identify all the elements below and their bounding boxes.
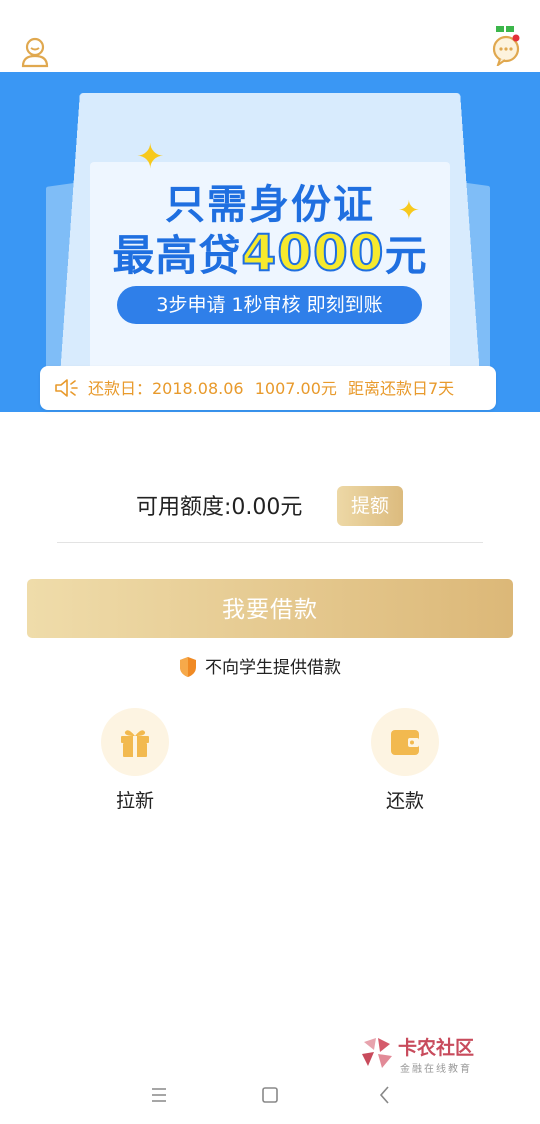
raise-limit-button[interactable]: 提额 xyxy=(337,486,403,526)
sparkle-icon: ✦ xyxy=(136,137,165,177)
feature-icon-circle xyxy=(101,708,169,776)
feature-repay[interactable]: 还款 xyxy=(345,708,465,813)
home-square-icon[interactable] xyxy=(255,1082,285,1108)
back-chevron-icon[interactable] xyxy=(370,1082,400,1108)
banner-pill: 3步申请 1秒审核 即刻到账 xyxy=(117,286,422,324)
speaker-icon xyxy=(55,379,78,397)
feature-repay-label: 还款 xyxy=(385,790,424,812)
borrow-button[interactable]: 我要借款 xyxy=(27,579,513,638)
repayment-amount: 1007.00元 xyxy=(254,379,337,398)
banner-headline-suffix: 元 xyxy=(384,231,428,280)
shield-icon xyxy=(180,657,196,677)
watermark-title: 卡农社区 xyxy=(398,1037,475,1059)
divider xyxy=(57,542,483,543)
notice-text: 还款日：2018.08.06 1007.00元 距离还款日7天 xyxy=(88,366,460,412)
repayment-countdown: 距离还款日7天 xyxy=(347,379,455,398)
feature-invite[interactable]: 拉新 xyxy=(75,708,195,813)
chat-bubble-icon[interactable] xyxy=(490,26,522,66)
student-notice-text: 不向学生提供借款 xyxy=(205,658,341,678)
system-navbar xyxy=(0,1064,540,1124)
repayment-date: 还款日：2018.08.06 xyxy=(88,379,244,398)
available-credit: 可用额度:0.00元 xyxy=(136,495,303,520)
banner-headline-prefix: 最高贷 xyxy=(112,231,242,280)
top-bar xyxy=(0,0,540,72)
feature-invite-label: 拉新 xyxy=(115,790,154,812)
menu-icon[interactable] xyxy=(144,1082,174,1108)
gift-icon xyxy=(121,730,149,757)
promo-banner[interactable]: ✦ ✦ 只需身份证 最高贷4000元 3步申请 1秒审核 即刻到账 xyxy=(0,72,540,412)
repayment-notice[interactable]: 还款日：2018.08.06 1007.00元 距离还款日7天 xyxy=(40,366,496,410)
banner-subheadline: 最高贷4000元 xyxy=(0,222,540,283)
user-icon[interactable] xyxy=(20,36,50,68)
banner-loan-amount: 4000 xyxy=(240,223,385,283)
wallet-icon xyxy=(391,730,419,755)
feature-icon-circle xyxy=(371,708,439,776)
